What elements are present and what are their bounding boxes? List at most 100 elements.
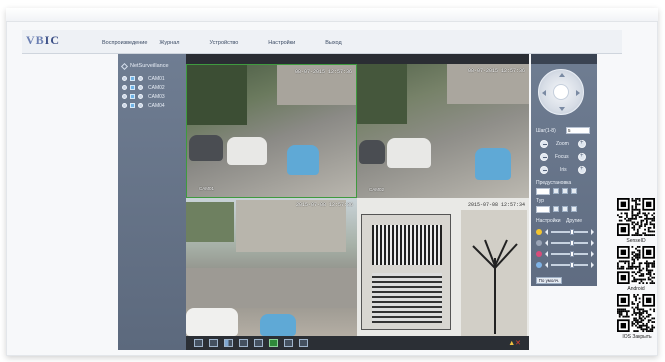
- brightness-slider[interactable]: [536, 228, 594, 236]
- qr-module: [626, 214, 628, 217]
- default-button[interactable]: По умолч.: [536, 277, 562, 284]
- camera-row[interactable]: CAM04: [122, 101, 165, 110]
- qr-module: [647, 319, 650, 322]
- volume-mute-icon[interactable]: ▲✕: [508, 339, 521, 347]
- arrow-up-icon[interactable]: [559, 73, 565, 77]
- arrow-right-icon[interactable]: [576, 90, 580, 96]
- tour-input[interactable]: [536, 206, 550, 213]
- qr-module: [631, 303, 634, 305]
- increase-icon[interactable]: [591, 251, 594, 257]
- qr-module: [651, 317, 654, 320]
- qr-module: [651, 264, 654, 266]
- focus-minus-button[interactable]: [540, 153, 548, 161]
- nav-device[interactable]: Устройство: [209, 40, 238, 46]
- qr-module: [653, 219, 655, 222]
- preset-go-button[interactable]: [562, 188, 568, 194]
- ptz-center-button[interactable]: [553, 84, 569, 100]
- qr-module: [635, 278, 637, 281]
- color-icon[interactable]: [299, 339, 308, 347]
- tour-delete-button[interactable]: [571, 206, 577, 212]
- qr-module: [638, 249, 641, 252]
- iris-minus-button[interactable]: [540, 166, 548, 174]
- preset-delete-button[interactable]: [571, 188, 577, 194]
- play-icon[interactable]: [138, 94, 143, 99]
- record-icon[interactable]: [122, 103, 127, 108]
- settings-label[interactable]: Настройки: [536, 218, 561, 224]
- play-icon[interactable]: [138, 85, 143, 90]
- qr-module: [620, 312, 623, 314]
- zoom-minus-button[interactable]: [540, 140, 548, 148]
- play-icon[interactable]: [138, 76, 143, 81]
- hue-slider[interactable]: [536, 261, 594, 269]
- slider-knob[interactable]: [569, 262, 574, 268]
- record-icon[interactable]: [122, 94, 127, 99]
- increase-icon[interactable]: [591, 240, 594, 246]
- focus-plus-button[interactable]: [578, 153, 586, 161]
- nav-settings[interactable]: Настройки: [268, 40, 295, 46]
- slider-knob[interactable]: [569, 251, 574, 257]
- zoom-plus-button[interactable]: [578, 140, 586, 148]
- qr-module: [638, 308, 641, 311]
- qr-module: [629, 219, 632, 222]
- nav-exit[interactable]: Выход: [325, 40, 341, 46]
- decrease-icon[interactable]: [545, 240, 548, 246]
- qr-module: [635, 203, 637, 206]
- snapshot-icon[interactable]: [284, 339, 293, 347]
- record-icon[interactable]: [122, 76, 127, 81]
- play-icon[interactable]: [138, 103, 143, 108]
- increase-icon[interactable]: [591, 229, 594, 235]
- ptz-joystick[interactable]: [538, 69, 584, 115]
- decrease-icon[interactable]: [545, 262, 548, 268]
- speed-select[interactable]: 5: [566, 127, 590, 134]
- qr-module: [649, 330, 652, 332]
- camera-overlay-label: CAM01: [199, 186, 215, 191]
- decrease-icon[interactable]: [545, 229, 548, 235]
- qr-module: [640, 319, 643, 322]
- qr-module: [649, 274, 652, 277]
- qr-module: [624, 260, 627, 263]
- video-tile-1[interactable]: 08-07-2015 12:57:36 CAM01: [186, 64, 357, 198]
- arrow-down-icon[interactable]: [559, 107, 565, 111]
- nav-log[interactable]: Журнал: [159, 40, 179, 46]
- camera-row[interactable]: CAM03: [122, 92, 165, 101]
- fullscreen-icon[interactable]: [194, 339, 203, 347]
- iris-plus-button[interactable]: [578, 166, 586, 174]
- qr-module: [645, 262, 648, 265]
- saturation-slider[interactable]: [536, 250, 594, 258]
- stream-icon[interactable]: [130, 103, 135, 108]
- slider-knob[interactable]: [569, 229, 574, 235]
- tour-start-button[interactable]: [553, 206, 559, 212]
- layout-4-icon[interactable]: [224, 339, 233, 347]
- qr-module: [618, 216, 621, 218]
- qr-module: [644, 234, 646, 236]
- video-tile-4[interactable]: 2015-07-08 12:57:34: [357, 198, 529, 336]
- slider-knob[interactable]: [569, 240, 574, 246]
- decrease-icon[interactable]: [545, 251, 548, 257]
- layout-1-icon[interactable]: [209, 339, 218, 347]
- video-tile-3[interactable]: 2015-07-08 12:57:36: [186, 198, 357, 336]
- contrast-slider[interactable]: [536, 239, 594, 247]
- layout-16-icon[interactable]: [254, 339, 263, 347]
- layout-9-icon[interactable]: [239, 339, 248, 347]
- preset-input[interactable]: [536, 188, 550, 195]
- qr-module: [649, 271, 652, 274]
- video-tile-2[interactable]: 08-07-2015 12:57:36 CAM02: [357, 64, 529, 198]
- qr-module: [640, 274, 643, 277]
- nav-playback[interactable]: Воспроизведение: [102, 40, 147, 46]
- record-all-icon[interactable]: [269, 339, 278, 347]
- preset-set-button[interactable]: [553, 188, 559, 194]
- qr-module: [651, 217, 654, 220]
- camera-row[interactable]: CAM02: [122, 83, 165, 92]
- tour-stop-button[interactable]: [562, 206, 568, 212]
- qr-module: [638, 264, 641, 266]
- qr-module: [638, 313, 641, 316]
- device-title[interactable]: NetSurveillance: [120, 62, 169, 70]
- camera-row[interactable]: CAM01: [122, 74, 165, 83]
- increase-icon[interactable]: [591, 262, 594, 268]
- other-label[interactable]: Другие: [566, 218, 582, 224]
- record-icon[interactable]: [122, 85, 127, 90]
- stream-icon[interactable]: [130, 85, 135, 90]
- stream-icon[interactable]: [130, 76, 135, 81]
- arrow-left-icon[interactable]: [542, 90, 546, 96]
- stream-icon[interactable]: [130, 94, 135, 99]
